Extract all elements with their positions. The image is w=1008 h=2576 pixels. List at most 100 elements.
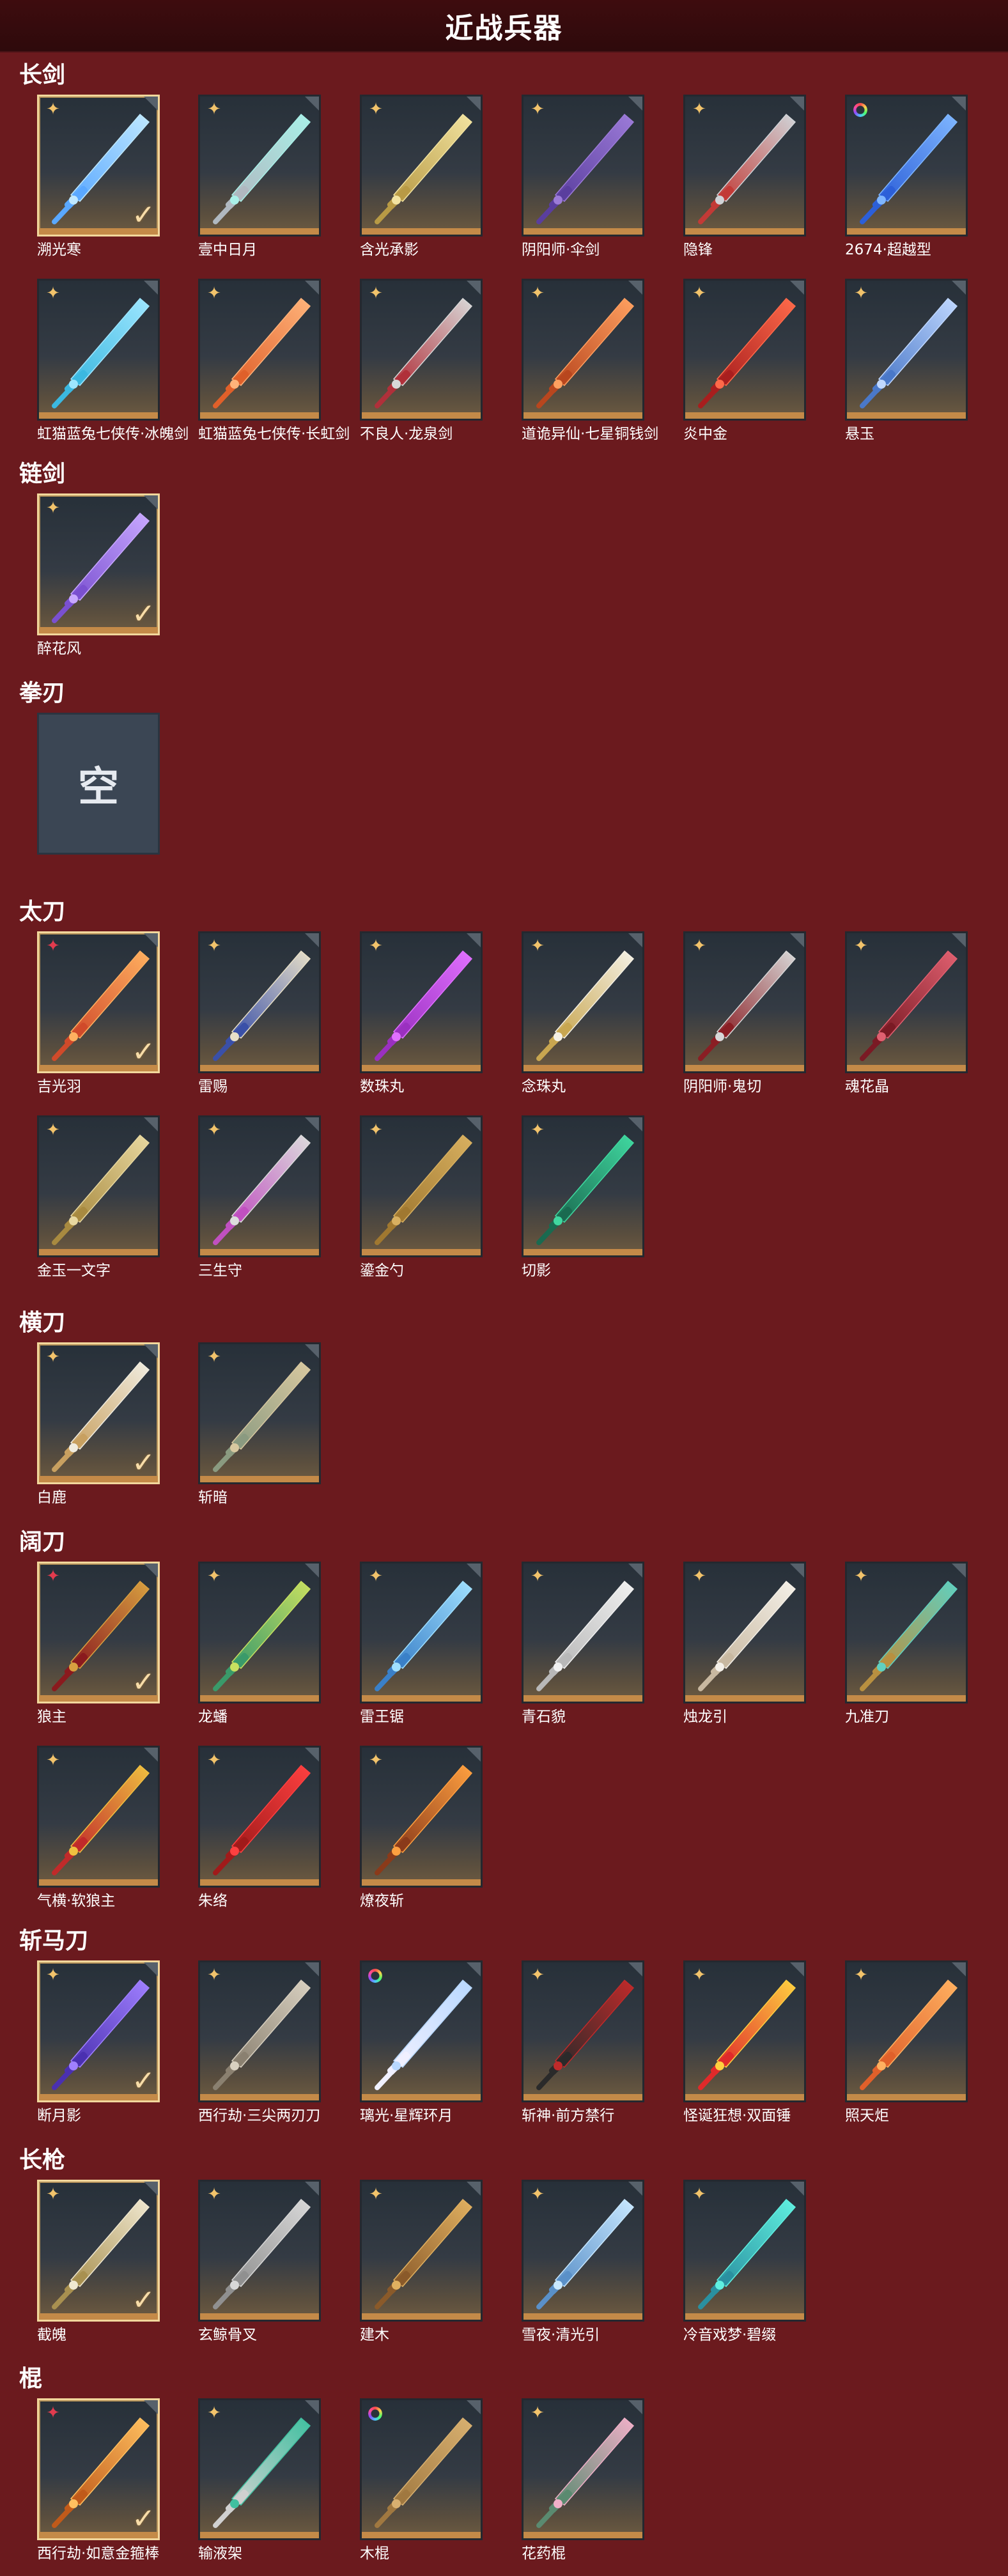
weapon-card[interactable]: ✦ 朱络 xyxy=(198,1746,323,1909)
weapon-tile[interactable]: ✦ ✓ xyxy=(37,493,160,635)
weapon-tile[interactable]: ✦ xyxy=(522,1115,644,1257)
weapon-tile[interactable]: ✦ xyxy=(683,1960,806,2102)
weapon-card[interactable]: 木棍 xyxy=(360,2398,485,2562)
weapon-tile[interactable]: ✦ xyxy=(845,279,968,421)
weapon-tile[interactable]: ✦ xyxy=(198,1746,321,1888)
weapon-card[interactable]: ✦ 不良人·龙泉剑 xyxy=(360,279,485,442)
weapon-tile[interactable]: ✦ xyxy=(360,279,483,421)
weapon-tile[interactable] xyxy=(845,95,968,237)
weapon-tile[interactable] xyxy=(360,2398,483,2540)
weapon-card[interactable]: ✦ 雷赐 xyxy=(198,931,323,1095)
weapon-tile[interactable]: ✦ xyxy=(683,1562,806,1703)
weapon-card[interactable]: ✦ 花药棍 xyxy=(522,2398,647,2562)
weapon-card[interactable]: ✦ 斩暗 xyxy=(198,1342,323,1506)
weapon-card[interactable]: ✦ 念珠丸 xyxy=(522,931,647,1095)
weapon-tile[interactable]: ✦ ✓ xyxy=(37,931,160,1073)
weapon-card[interactable]: ✦ 炎中金 xyxy=(683,279,809,442)
weapon-card[interactable]: ✦ 建木 xyxy=(360,2180,485,2343)
weapon-tile[interactable]: ✦ xyxy=(683,931,806,1073)
weapon-card[interactable]: ✦ 壹中日月 xyxy=(198,95,323,258)
weapon-card[interactable]: ✦ ✓ 醉花风 xyxy=(37,493,162,657)
weapon-card[interactable]: ✦ 雪夜·清光引 xyxy=(522,2180,647,2343)
weapon-tile[interactable]: ✦ xyxy=(198,2398,321,2540)
weapon-card[interactable]: ✦ 输液架 xyxy=(198,2398,323,2562)
weapon-tile[interactable]: ✦ xyxy=(845,1562,968,1703)
weapon-card[interactable]: ✦ ✓ 截魄 xyxy=(37,2180,162,2343)
weapon-tile[interactable]: ✦ xyxy=(522,2398,644,2540)
weapon-tile[interactable]: ✦ xyxy=(37,279,160,421)
weapon-tile[interactable]: ✦ ✓ xyxy=(37,95,160,237)
weapon-card[interactable]: ✦ 冷音戏梦·碧缀 xyxy=(683,2180,809,2343)
weapon-tile[interactable]: ✦ xyxy=(198,1960,321,2102)
weapon-tile[interactable]: ✦ xyxy=(845,931,968,1073)
weapon-card[interactable]: ✦ 青石貌 xyxy=(522,1562,647,1725)
weapon-card[interactable]: ✦ 三生守 xyxy=(198,1115,323,1279)
weapon-card[interactable]: ✦ 阴阳师·鬼切 xyxy=(683,931,809,1095)
weapon-card[interactable]: ✦ 玄鲸骨叉 xyxy=(198,2180,323,2343)
weapon-card[interactable]: ✦ 含光承影 xyxy=(360,95,485,258)
weapon-tile[interactable]: ✦ xyxy=(198,1115,321,1257)
weapon-card[interactable]: ✦ 龙蟠 xyxy=(198,1562,323,1725)
weapon-tile[interactable]: ✦ xyxy=(683,2180,806,2322)
weapon-card[interactable]: ✦ 道诡异仙·七星铜钱剑 xyxy=(522,279,658,442)
weapon-card[interactable]: ✦ 金玉一文字 xyxy=(37,1115,162,1279)
weapon-tile[interactable]: ✦ ✓ xyxy=(37,1562,160,1703)
weapon-tile[interactable]: ✦ ✓ xyxy=(37,2180,160,2322)
weapon-tile[interactable]: ✦ xyxy=(522,1960,644,2102)
weapon-tile[interactable]: ✦ xyxy=(37,1115,160,1257)
weapon-tile[interactable]: ✦ xyxy=(198,95,321,237)
weapon-card[interactable]: 璃光·星辉环月 xyxy=(360,1960,485,2124)
weapon-card[interactable]: ✦ 气横·软狼主 xyxy=(37,1746,162,1909)
weapon-card[interactable]: ✦ 雷王锯 xyxy=(360,1562,485,1725)
weapon-tile[interactable]: ✦ xyxy=(522,1562,644,1703)
empty-weapon-slot[interactable]: 空 xyxy=(37,713,162,860)
weapon-tile[interactable]: ✦ xyxy=(198,279,321,421)
weapon-card[interactable]: ✦ 照天炬 xyxy=(845,1960,970,2124)
weapon-tile[interactable]: ✦ xyxy=(683,95,806,237)
weapon-card[interactable]: ✦ 怪诞狂想·双面锤 xyxy=(683,1960,809,2124)
weapon-card[interactable]: ✦ ✓ 白鹿 xyxy=(37,1342,162,1506)
weapon-card[interactable]: ✦ 魂花晶 xyxy=(845,931,970,1095)
weapon-card[interactable]: ✦ 虹猫蓝兔七侠传·冰魄剑 xyxy=(37,279,189,442)
weapon-tile[interactable]: ✦ xyxy=(198,931,321,1073)
weapon-tile[interactable]: 空 xyxy=(37,713,160,855)
weapon-card[interactable]: ✦ 燎夜斩 xyxy=(360,1746,485,1909)
weapon-card[interactable]: 2674·超越型 xyxy=(845,95,970,258)
weapon-tile[interactable]: ✦ ✓ xyxy=(37,1342,160,1484)
weapon-card[interactable]: ✦ 虹猫蓝兔七侠传·长虹剑 xyxy=(198,279,350,442)
weapon-card[interactable]: ✦ ✓ 溯光寒 xyxy=(37,95,162,258)
weapon-card[interactable]: ✦ 切影 xyxy=(522,1115,647,1279)
weapon-tile[interactable]: ✦ xyxy=(522,2180,644,2322)
weapon-tile[interactable]: ✦ xyxy=(522,279,644,421)
weapon-card[interactable]: ✦ 隐锋 xyxy=(683,95,809,258)
weapon-tile[interactable]: ✦ xyxy=(845,1960,968,2102)
weapon-card[interactable]: ✦ ✓ 断月影 xyxy=(37,1960,162,2124)
weapon-card[interactable]: ✦ ✓ 狼主 xyxy=(37,1562,162,1725)
weapon-tile[interactable]: ✦ ✓ xyxy=(37,1960,160,2102)
weapon-tile[interactable]: ✦ xyxy=(360,95,483,237)
weapon-card[interactable]: ✦ 烛龙引 xyxy=(683,1562,809,1725)
weapon-tile[interactable]: ✦ xyxy=(360,2180,483,2322)
weapon-card[interactable]: ✦ 九准刀 xyxy=(845,1562,970,1725)
weapon-tile[interactable]: ✦ xyxy=(683,279,806,421)
weapon-card[interactable]: ✦ 数珠丸 xyxy=(360,931,485,1095)
weapon-tile[interactable]: ✦ xyxy=(37,1746,160,1888)
weapon-tile[interactable]: ✦ xyxy=(360,1115,483,1257)
weapon-card[interactable]: ✦ 鎏金勺 xyxy=(360,1115,485,1279)
weapon-tile[interactable]: ✦ xyxy=(360,1746,483,1888)
weapon-tile[interactable]: ✦ xyxy=(198,1342,321,1484)
weapon-tile[interactable]: ✦ xyxy=(522,95,644,237)
weapon-card[interactable]: ✦ 西行劫·三尖两刃刀 xyxy=(198,1960,323,2124)
weapon-card[interactable]: ✦ ✓ 西行劫·如意金箍棒 xyxy=(37,2398,162,2562)
weapon-tile[interactable]: ✦ xyxy=(360,931,483,1073)
weapon-tile[interactable] xyxy=(360,1960,483,2102)
weapon-card[interactable]: ✦ 悬玉 xyxy=(845,279,970,442)
weapon-card[interactable]: ✦ 阴阳师·伞剑 xyxy=(522,95,647,258)
weapon-tile[interactable]: ✦ xyxy=(360,1562,483,1703)
weapon-card[interactable]: ✦ 斩神·前方禁行 xyxy=(522,1960,647,2124)
weapon-tile[interactable]: ✦ xyxy=(198,2180,321,2322)
weapon-tile[interactable]: ✦ xyxy=(198,1562,321,1703)
weapon-tile[interactable]: ✦ xyxy=(522,931,644,1073)
weapon-tile[interactable]: ✦ ✓ xyxy=(37,2398,160,2540)
weapon-card[interactable]: ✦ ✓ 吉光羽 xyxy=(37,931,162,1095)
